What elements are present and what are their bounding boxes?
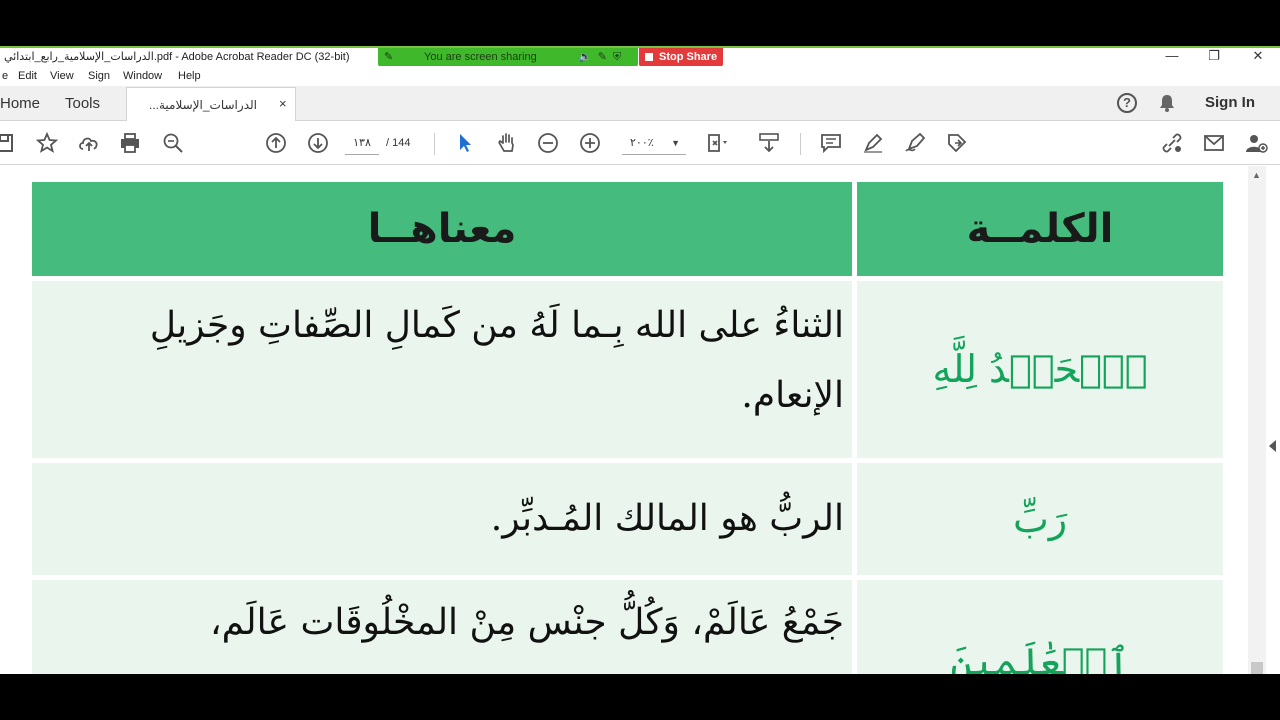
link-share-icon[interactable] bbox=[1160, 131, 1184, 155]
cloud-upload-icon[interactable] bbox=[77, 131, 101, 155]
word-text: ٱلۡحَمۡدُ لِلَّهِ bbox=[932, 347, 1148, 391]
table-row-word: ٱلۡحَمۡدُ لِلَّهِ bbox=[857, 281, 1223, 458]
table-row-word: رَبِّ bbox=[857, 463, 1223, 575]
select-cursor-icon[interactable] bbox=[453, 131, 477, 155]
vertical-scrollbar[interactable]: ▲ bbox=[1248, 166, 1266, 674]
page-fit-icon[interactable] bbox=[705, 131, 729, 155]
meaning-line: الإنعام. bbox=[741, 375, 844, 416]
table-row-meaning: الثناءُ على الله بِـما لَهُ من كَمالِ ال… bbox=[32, 281, 852, 458]
print-icon[interactable] bbox=[118, 131, 142, 155]
restore-button[interactable]: ❐ bbox=[1192, 48, 1236, 66]
scroll-up-icon[interactable]: ▲ bbox=[1252, 170, 1261, 180]
draw-freehand-icon[interactable] bbox=[903, 131, 927, 155]
toolbar: ١٣٨ / 144 ٢٠٠٪ ▼ bbox=[0, 121, 1280, 165]
tab-document[interactable]: الدراسات_الإسلامية... × bbox=[126, 87, 296, 122]
menu-window[interactable]: Window bbox=[123, 70, 162, 82]
window-title: الدراسات_الإسلامية_رابع_ابتدائي.pdf - Ad… bbox=[4, 51, 350, 63]
meaning-line: الثناءُ على الله بِـما لَهُ من كَمالِ ال… bbox=[149, 305, 844, 346]
hand-tool-icon[interactable] bbox=[495, 131, 519, 155]
highlight-pen-icon[interactable] bbox=[861, 131, 885, 155]
tab-home[interactable]: Home bbox=[0, 95, 40, 112]
stop-share-label: Stop Share bbox=[659, 51, 718, 63]
acrobat-window: الدراسات_الإسلامية_رابع_ابتدائي.pdf - Ad… bbox=[0, 46, 1280, 674]
chevron-left-icon[interactable] bbox=[1269, 440, 1276, 452]
email-icon[interactable] bbox=[1202, 131, 1226, 155]
meaning-line: الربُّ هو المالك المُـدبِّر. bbox=[490, 498, 844, 539]
pin-icon[interactable]: ✎ bbox=[384, 50, 393, 63]
close-window-button[interactable]: ✕ bbox=[1236, 48, 1280, 66]
toolbar-divider bbox=[434, 133, 435, 155]
tab-tools[interactable]: Tools bbox=[65, 95, 100, 112]
menu-file[interactable]: e bbox=[2, 70, 8, 82]
header-meaning: معناهــا bbox=[32, 182, 852, 276]
scroll-mode-icon[interactable] bbox=[757, 131, 781, 155]
next-page-icon[interactable] bbox=[306, 131, 330, 155]
zoom-in-icon[interactable] bbox=[578, 131, 602, 155]
toolbar-divider bbox=[800, 133, 801, 155]
screen-share-banner: ✎ You are screen sharing 🔈✎⛨ bbox=[378, 48, 638, 67]
word-text: رَبِّ bbox=[1012, 497, 1068, 541]
zoom-level-dropdown[interactable]: ٢٠٠٪ ▼ bbox=[622, 131, 686, 155]
table-row-meaning: جَمْعُ عَالَمْ، وَكُلُّ جنْس مِنْ المخْل… bbox=[32, 580, 852, 674]
table-row-word: ٱلۡعَٰلَمِينَ bbox=[857, 580, 1223, 674]
word-text: ٱلۡعَٰلَمِينَ bbox=[950, 640, 1130, 674]
stop-share-button[interactable]: Stop Share bbox=[639, 48, 723, 67]
header-word: الكلمــة bbox=[857, 182, 1223, 276]
minimize-button[interactable]: — bbox=[1150, 48, 1194, 66]
page-total: / 144 bbox=[386, 137, 411, 149]
document-page[interactable]: معناهــا الكلمــة الثناءُ على الله بِـما… bbox=[0, 166, 1248, 674]
sign-in-button[interactable]: Sign In bbox=[1205, 94, 1255, 111]
share-tag-icon[interactable] bbox=[945, 131, 969, 155]
right-pane-toggle[interactable] bbox=[1266, 166, 1280, 674]
meaning-line: جَمْعُ عَالَمْ، وَكُلُّ جنْس مِنْ المخْل… bbox=[210, 602, 844, 643]
chevron-down-icon: ▼ bbox=[671, 138, 680, 148]
bookmark-star-icon[interactable] bbox=[35, 131, 59, 155]
scroll-thumb[interactable] bbox=[1251, 662, 1263, 674]
close-tab-icon[interactable]: × bbox=[279, 96, 287, 111]
save-icon[interactable] bbox=[0, 131, 16, 155]
menu-help[interactable]: Help bbox=[178, 70, 201, 82]
previous-page-icon[interactable] bbox=[264, 131, 288, 155]
comment-icon[interactable] bbox=[819, 131, 843, 155]
screen: الدراسات_الإسلامية_رابع_ابتدائي.pdf - Ad… bbox=[0, 0, 1280, 720]
menu-view[interactable]: View bbox=[50, 70, 74, 82]
add-user-icon[interactable] bbox=[1244, 131, 1268, 155]
title-bar: الدراسات_الإسلامية_رابع_ابتدائي.pdf - Ad… bbox=[0, 46, 1280, 67]
bell-icon[interactable] bbox=[1157, 93, 1177, 113]
share-status-icons: 🔈✎⛨ bbox=[578, 51, 628, 63]
zoom-search-icon[interactable] bbox=[161, 131, 185, 155]
stop-icon bbox=[645, 53, 653, 61]
menu-bar: e Edit View Sign Window Help bbox=[0, 66, 1280, 86]
menu-sign[interactable]: Sign bbox=[88, 70, 110, 82]
screen-share-message: You are screen sharing bbox=[424, 51, 537, 63]
zoom-level-value: ٢٠٠٪ bbox=[630, 137, 654, 149]
menu-edit[interactable]: Edit bbox=[18, 70, 37, 82]
help-icon[interactable]: ? bbox=[1117, 93, 1137, 113]
zoom-out-icon[interactable] bbox=[536, 131, 560, 155]
document-tab-label: الدراسات_الإسلامية... bbox=[149, 98, 257, 112]
tab-bar: Home Tools الدراسات_الإسلامية... × ? Sig… bbox=[0, 86, 1280, 122]
page-number-input[interactable]: ١٣٨ bbox=[345, 131, 379, 155]
table-row-meaning: الربُّ هو المالك المُـدبِّر. bbox=[32, 463, 852, 575]
